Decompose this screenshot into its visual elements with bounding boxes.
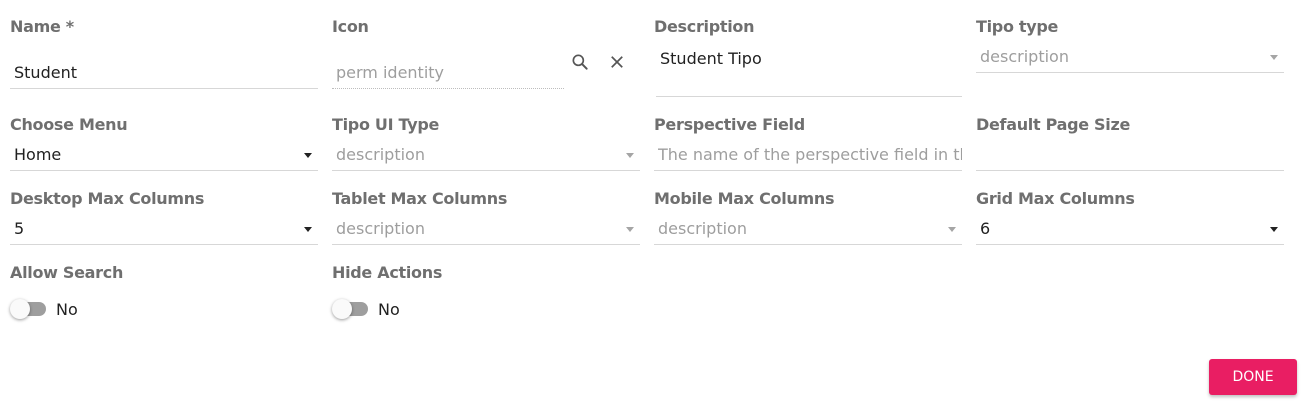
tablet-max-columns-select[interactable]: description [332, 217, 640, 245]
chevron-down-icon [304, 227, 312, 232]
tipo-ui-type-label: Tipo UI Type [332, 115, 440, 134]
name-input[interactable]: Student [10, 61, 318, 89]
name-value: Student [14, 63, 77, 82]
grid-max-columns-value: 6 [980, 219, 991, 238]
default-page-size-label: Default Page Size [976, 115, 1131, 134]
icon-field: Icon perm identity [332, 17, 632, 89]
description-label: Description [654, 17, 755, 36]
perspective-field-placeholder: The name of the perspective field in the… [658, 145, 962, 164]
allow-search-label: Allow Search [10, 263, 124, 282]
done-button[interactable]: DONE [1209, 359, 1297, 395]
chevron-down-icon [1270, 55, 1278, 60]
grid-max-columns-select[interactable]: 6 [976, 217, 1284, 245]
close-icon[interactable] [605, 50, 629, 74]
tipo-type-label: Tipo type [976, 17, 1059, 36]
grid-max-columns-label: Grid Max Columns [976, 189, 1135, 208]
perspective-field: Perspective Field The name of the perspe… [654, 115, 962, 175]
tablet-max-columns-field: Tablet Max Columns description [332, 189, 640, 249]
chevron-down-icon [948, 227, 956, 232]
tipo-type-field: Tipo type description [976, 17, 1284, 77]
allow-search-toggle[interactable] [10, 298, 46, 319]
description-field: Description Student Tipo [654, 17, 962, 99]
allow-search-state: No [56, 300, 78, 319]
toggle-thumb [332, 299, 352, 319]
hide-actions-field: Hide Actions No [332, 263, 640, 323]
choose-menu-select[interactable]: Home [10, 143, 318, 171]
desktop-max-columns-value: 5 [14, 219, 25, 238]
default-page-size-input[interactable] [976, 143, 1284, 171]
allow-search-field: Allow Search No [10, 263, 318, 323]
chevron-down-icon [626, 227, 634, 232]
mobile-max-columns-placeholder: description [658, 219, 747, 238]
tablet-max-columns-placeholder: description [336, 219, 425, 238]
chevron-down-icon [304, 153, 312, 158]
chevron-down-icon [1270, 227, 1278, 232]
tipo-type-select[interactable]: description [976, 45, 1284, 73]
search-icon[interactable] [568, 50, 592, 74]
tipo-type-placeholder: description [980, 47, 1069, 66]
icon-input[interactable]: perm identity [332, 61, 564, 89]
tipo-ui-type-placeholder: description [336, 145, 425, 164]
mobile-max-columns-field: Mobile Max Columns description [654, 189, 962, 249]
icon-placeholder: perm identity [336, 63, 445, 82]
toggle-thumb [10, 299, 30, 319]
grid-max-columns-field: Grid Max Columns 6 [976, 189, 1284, 249]
desktop-max-columns-select[interactable]: 5 [10, 217, 318, 245]
mobile-max-columns-select[interactable]: description [654, 217, 962, 245]
choose-menu-label: Choose Menu [10, 115, 128, 134]
description-textarea[interactable]: Student Tipo [656, 47, 962, 97]
tipo-ui-type-field: Tipo UI Type description [332, 115, 640, 175]
hide-actions-toggle[interactable] [332, 298, 368, 319]
desktop-max-columns-field: Desktop Max Columns 5 [10, 189, 318, 249]
choose-menu-value: Home [14, 145, 62, 164]
hide-actions-state: No [378, 300, 400, 319]
chevron-down-icon [626, 153, 634, 158]
choose-menu-field: Choose Menu Home [10, 115, 318, 175]
mobile-max-columns-label: Mobile Max Columns [654, 189, 835, 208]
default-page-size-field: Default Page Size [976, 115, 1284, 175]
desktop-max-columns-label: Desktop Max Columns [10, 189, 205, 208]
name-label: Name * [10, 17, 74, 36]
tipo-ui-type-select[interactable]: description [332, 143, 640, 171]
tablet-max-columns-label: Tablet Max Columns [332, 189, 508, 208]
hide-actions-label: Hide Actions [332, 263, 443, 282]
icon-label: Icon [332, 17, 369, 36]
perspective-field-input[interactable]: The name of the perspective field in the… [654, 143, 962, 171]
perspective-field-label: Perspective Field [654, 115, 805, 134]
description-value: Student Tipo [660, 49, 762, 68]
name-field: Name * Student [10, 17, 318, 89]
